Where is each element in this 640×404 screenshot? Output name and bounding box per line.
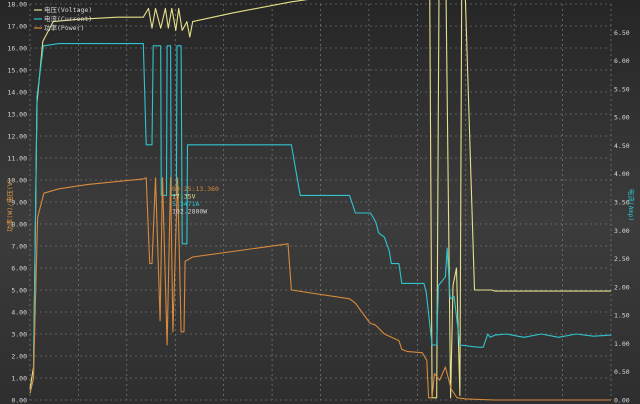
right-axis-label: 电流(Amp) [627, 189, 636, 222]
left-tick-label: 13.00 [7, 111, 27, 119]
right-tick-label: 4.00 [614, 170, 630, 178]
legend-label: 功率(Power) [44, 23, 84, 32]
right-tick-label: 6.00 [614, 57, 630, 65]
left-tick-label: 17.00 [7, 23, 27, 31]
left-tick-label: 15.00 [7, 67, 27, 75]
right-tick-label: 4.50 [614, 142, 630, 150]
right-tick-label: 2.00 [614, 283, 630, 291]
left-tick-label: 16.00 [7, 45, 27, 53]
left-tick-label: 0.00 [11, 397, 27, 404]
right-tick-label: 1.50 [614, 312, 630, 320]
grid [29, 3, 612, 401]
left-axis-label: 功率(W)/电压(V) [5, 178, 14, 231]
line-chart: 0.001.002.003.004.005.006.007.008.009.00… [5, 0, 636, 404]
left-tick-label: 12.00 [7, 133, 27, 141]
right-tick-label: 5.00 [614, 114, 630, 122]
series-line [29, 177, 611, 401]
right-tick-label: 0.50 [614, 368, 630, 376]
right-tick-label: 0.00 [614, 397, 630, 404]
legend: 电压(Voltage)电流(Current)功率(Power) [34, 5, 92, 32]
right-tick-label: 2.50 [614, 255, 630, 263]
right-tick-label: 1.00 [614, 340, 630, 348]
right-tick-label: 3.00 [614, 227, 630, 235]
legend-label: 电压(Voltage) [44, 5, 92, 14]
left-tick-label: 1.00 [11, 375, 27, 383]
left-tick-label: 2.00 [11, 353, 27, 361]
left-tick-label: 11.00 [7, 155, 27, 163]
legend-label: 电流(Current) [44, 14, 92, 23]
left-tick-label: 4.00 [11, 309, 27, 317]
readout-line: 102.2800W [172, 208, 207, 216]
right-tick-label: 6.50 [614, 29, 630, 37]
left-tick-label: 5.00 [11, 287, 27, 295]
left-tick-label: 7.00 [11, 243, 27, 251]
left-tick-label: 6.00 [11, 265, 27, 273]
left-tick-label: 3.00 [11, 331, 27, 339]
left-tick-label: 18.00 [7, 1, 27, 9]
left-tick-label: 14.00 [7, 89, 27, 97]
cursor-readout: 00:25:13.36017.35V5.3471A102.2800W [172, 185, 219, 216]
right-tick-label: 5.50 [614, 85, 630, 93]
